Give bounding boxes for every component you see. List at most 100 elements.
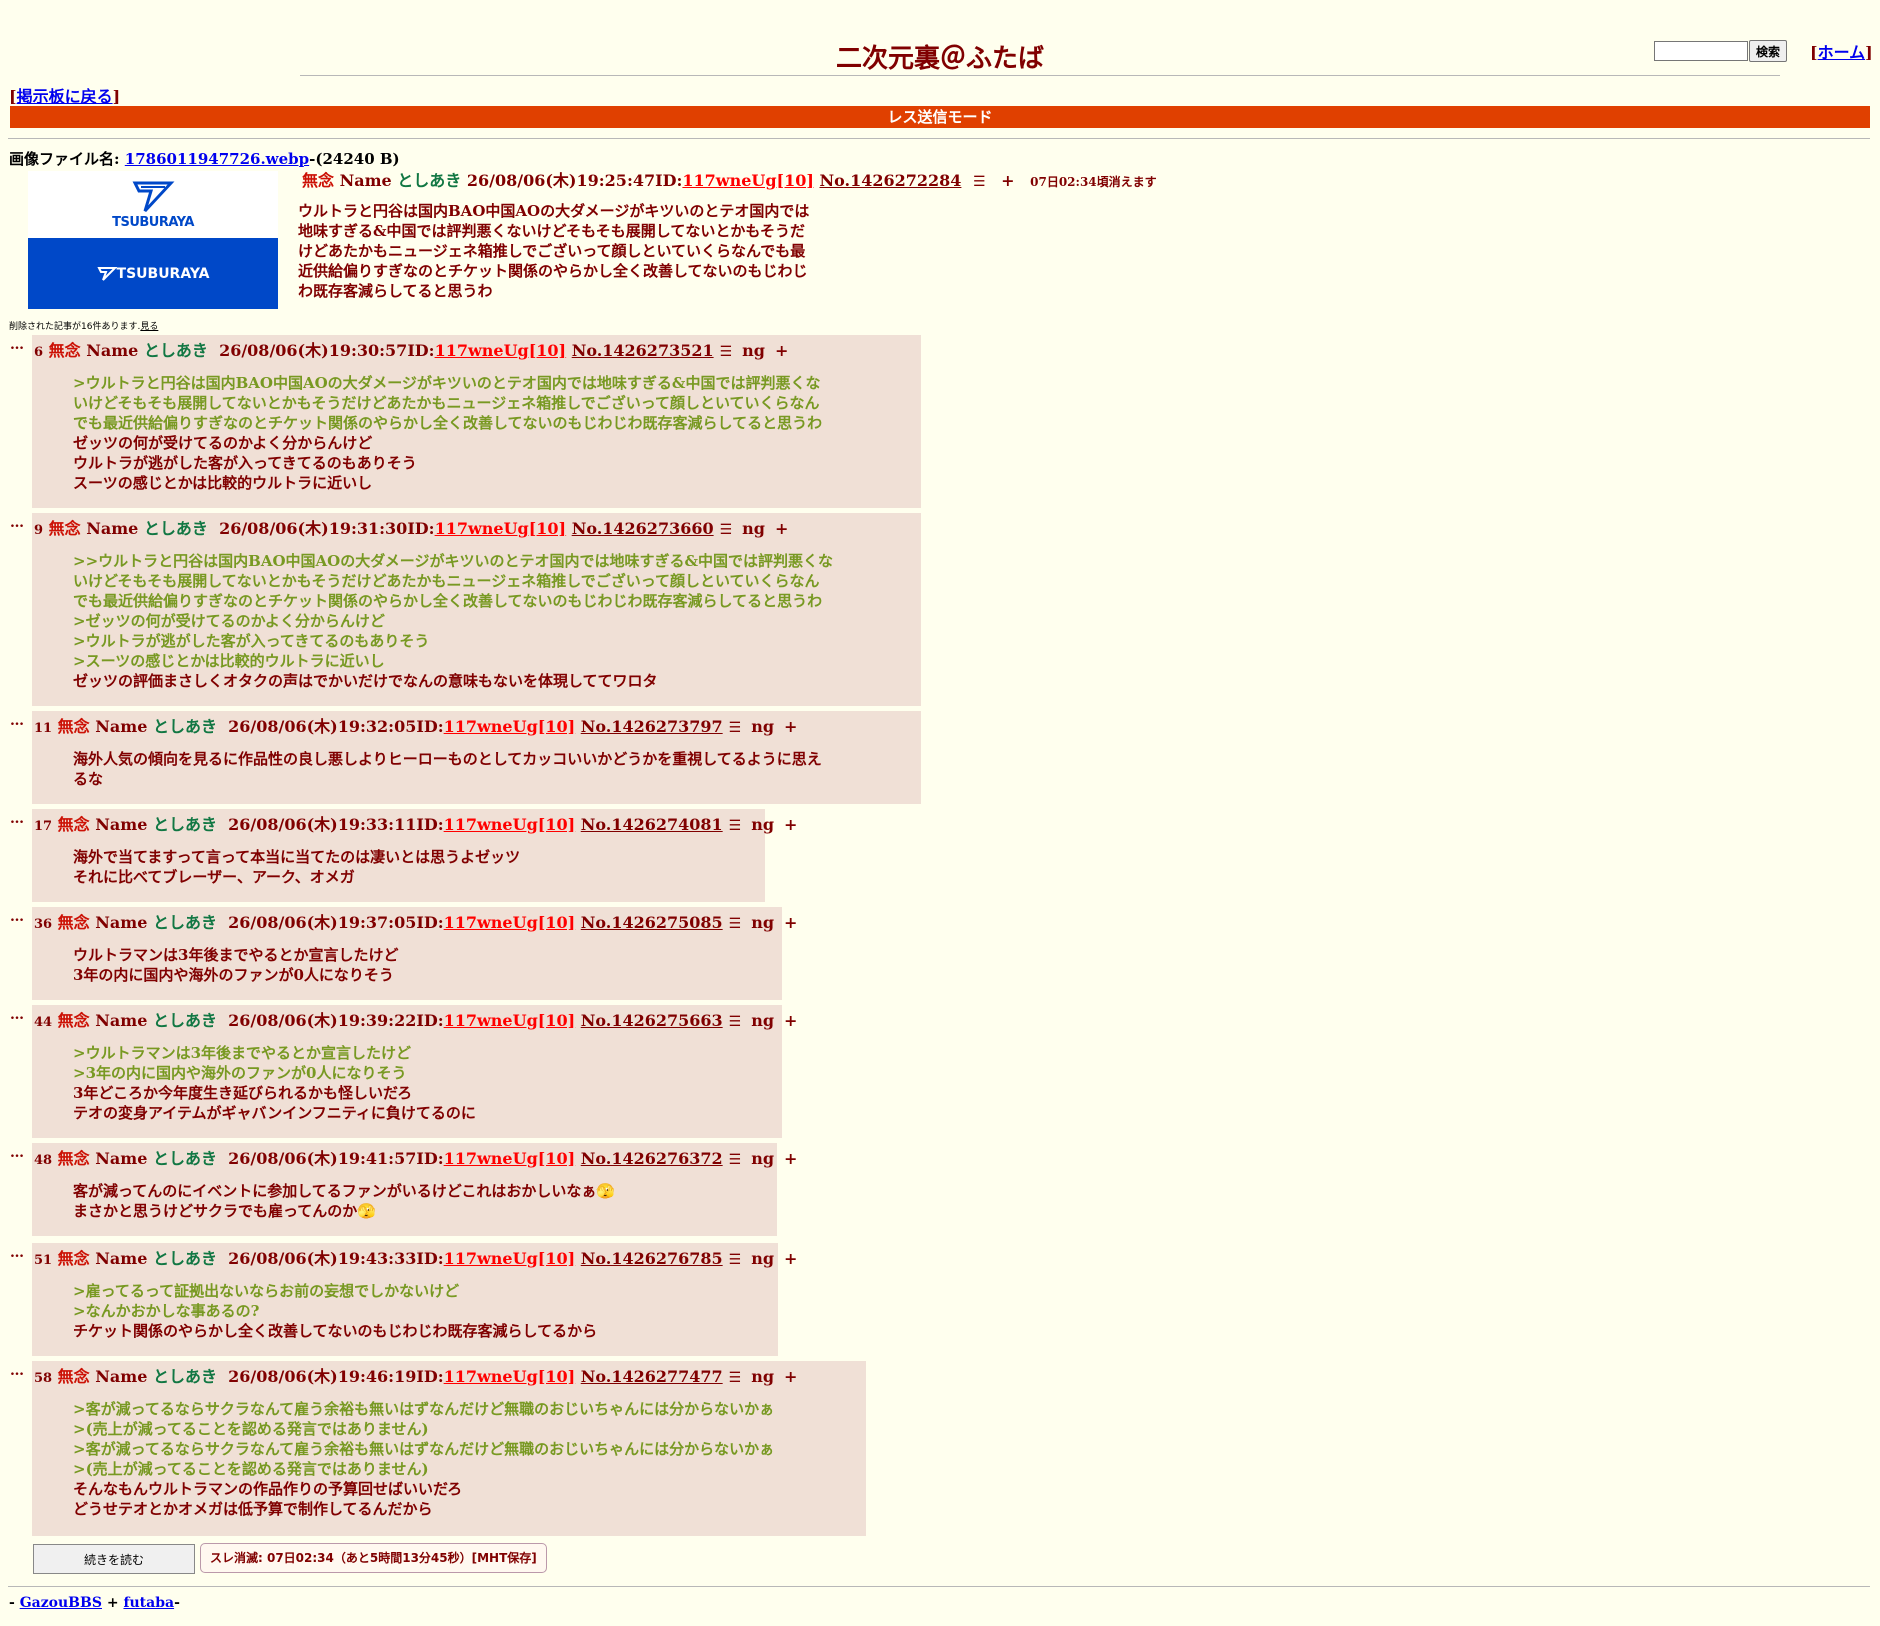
reply-number-link[interactable]: No.1426273660 (572, 519, 714, 538)
reply-ellipsis-icon[interactable]: … (10, 1145, 24, 1161)
reply-ellipsis-icon[interactable]: … (10, 811, 24, 827)
reply-ellipsis-icon[interactable]: … (10, 1007, 24, 1023)
quote-line: >なんかおかしな事あるの? (73, 1302, 260, 1320)
reply-id-link[interactable]: 117wneUg[10] (435, 519, 567, 538)
ng-button[interactable]: ng (742, 341, 765, 360)
ng-button[interactable]: ng (751, 815, 774, 834)
reply-date: 26/08/06(木)19:30:57 (219, 341, 408, 360)
reply-name-label: Name (95, 1149, 148, 1168)
menu-icon[interactable]: ☰ (973, 174, 986, 190)
ng-button[interactable]: ng (751, 1011, 774, 1030)
op-date: 26/08/06(木)19:25:47 (466, 171, 656, 190)
reply-number-link[interactable]: No.1426273521 (572, 341, 714, 360)
footer-suffix: - (174, 1595, 180, 1611)
reply-number: 36 (34, 917, 53, 932)
reply-subject: 無念 (48, 341, 81, 360)
reply-id-link[interactable]: 117wneUg[10] (444, 913, 576, 932)
reply-number-link[interactable]: No.1426273797 (581, 717, 723, 736)
reply-id-link[interactable]: 117wneUg[10] (444, 1149, 576, 1168)
tsuburaya-logo-icon (96, 266, 117, 281)
deleted-notice: 削除された記事が16件あります.見る (9, 319, 158, 332)
reply-header: 58 無念 Name としあき 26/08/06(木)19:46:19ID:11… (34, 1363, 797, 1387)
menu-icon[interactable]: ☰ (729, 1152, 742, 1168)
op-header: 無念 Name としあき 26/08/06(木)19:25:47ID:117wn… (302, 167, 1157, 191)
reply-ellipsis-icon[interactable]: … (10, 515, 24, 531)
reply-ellipsis-icon[interactable]: … (10, 337, 24, 353)
ng-button[interactable]: ng (751, 1149, 774, 1168)
reply-plus-button[interactable]: + (784, 1249, 797, 1268)
post-line: ゼッツの評価まさしくオタクの声はでかいだけでなんの意味もないを体現しててワロタ (73, 672, 658, 690)
post-line: 客が減ってんのにイベントに参加してるファンがいるけどこれはおかしいなぁ🫣 (73, 1182, 616, 1200)
reply-plus-button[interactable]: + (784, 1149, 797, 1168)
search-button[interactable]: 検索 (1749, 40, 1788, 62)
reply-id-link[interactable]: 117wneUg[10] (444, 717, 576, 736)
reply-id-link[interactable]: 117wneUg[10] (444, 815, 576, 834)
reply-id-link[interactable]: 117wneUg[10] (444, 1367, 576, 1386)
menu-icon[interactable]: ☰ (729, 916, 742, 932)
reply-plus-button[interactable]: + (784, 815, 797, 834)
reply-body: 海外で当てますって言って本当に当てたのは凄いとは思うよゼッツ それに比べてブレーザ… (73, 847, 520, 887)
reply-post: 9 無念 Name としあき 26/08/06(木)19:31:30ID:117… (32, 513, 921, 706)
reply-header: 11 無念 Name としあき 26/08/06(木)19:32:05ID:11… (34, 713, 797, 737)
reply-post: 48 無念 Name としあき 26/08/06(木)19:41:57ID:11… (32, 1143, 797, 1236)
menu-icon[interactable]: ☰ (729, 818, 742, 834)
ng-button[interactable]: ng (751, 717, 774, 736)
ng-button[interactable]: ng (751, 1249, 774, 1268)
futaba-link[interactable]: futaba (123, 1595, 174, 1611)
reply-name-label: Name (95, 1249, 148, 1268)
reply-id-label: ID: (416, 913, 444, 932)
show-deleted-link[interactable]: 見る (140, 322, 158, 332)
reply-ellipsis-icon[interactable]: … (10, 909, 24, 925)
reply-number-link[interactable]: No.1426274081 (581, 815, 723, 834)
reply-post: 44 無念 Name としあき 26/08/06(木)19:39:22ID:11… (32, 1005, 797, 1138)
reply-plus-button[interactable]: + (784, 1367, 797, 1386)
reply-id-label: ID: (416, 815, 444, 834)
back-to-board-link[interactable]: 掲示板に戻る (17, 87, 113, 106)
reply-number-link[interactable]: No.1426277477 (581, 1367, 723, 1386)
reply-plus-button[interactable]: + (784, 913, 797, 932)
reply-name-label: Name (95, 815, 148, 834)
menu-icon[interactable]: ☰ (729, 1014, 742, 1030)
reply-number-link[interactable]: No.1426276785 (581, 1249, 723, 1268)
reply-plus-button[interactable]: + (784, 717, 797, 736)
op-plus-button[interactable]: + (1001, 171, 1014, 190)
reply-ellipsis-icon[interactable]: … (10, 1245, 24, 1261)
reply-ellipsis-icon[interactable]: … (10, 713, 24, 729)
reply-header: 51 無念 Name としあき 26/08/06(木)19:43:33ID:11… (34, 1245, 797, 1269)
post-line: 3年どころか今年度生き延びられるかも怪しいだろ (73, 1084, 413, 1102)
read-more-button[interactable]: 続きを読む (33, 1544, 195, 1574)
reply-date: 26/08/06(木)19:46:19 (228, 1367, 417, 1386)
gazoubbs-link[interactable]: GazouBBS (20, 1595, 102, 1611)
thread-image[interactable]: TSUBURAYA TSUBURAYA (28, 171, 278, 309)
reply-number-link[interactable]: No.1426275085 (581, 913, 723, 932)
reply-plus-button[interactable]: + (775, 341, 788, 360)
op-number-link[interactable]: No.1426272284 (820, 171, 962, 190)
quote-line: >ウルトラが逃がした客が入ってきてるのもありそう (73, 632, 430, 650)
reply-name: としあき (143, 341, 208, 360)
home-link[interactable]: ホーム (1818, 43, 1866, 62)
reply-plus-button[interactable]: + (784, 1011, 797, 1030)
op-id-link[interactable]: 117wneUg[10] (682, 171, 814, 190)
reply-id-link[interactable]: 117wneUg[10] (435, 341, 567, 360)
search-input[interactable] (1654, 41, 1748, 61)
ng-button[interactable]: ng (751, 1367, 774, 1386)
file-link[interactable]: 1786011947726.webp (125, 150, 309, 168)
reply-name-label: Name (95, 1011, 148, 1030)
menu-icon[interactable]: ☰ (729, 720, 742, 736)
reply-number: 11 (34, 721, 53, 736)
thread-expire-info[interactable]: スレ消滅: 07日02:34（あと5時間13分45秒）[MHT保存] (200, 1543, 547, 1573)
ng-button[interactable]: ng (742, 519, 765, 538)
reply-id-link[interactable]: 117wneUg[10] (444, 1249, 576, 1268)
reply-id-link[interactable]: 117wneUg[10] (444, 1011, 576, 1030)
reply-ellipsis-icon[interactable]: … (10, 1363, 24, 1379)
reply-number-link[interactable]: No.1426276372 (581, 1149, 723, 1168)
menu-icon[interactable]: ☰ (729, 1252, 742, 1268)
menu-icon[interactable]: ☰ (720, 344, 733, 360)
reply-body: 海外人気の傾向を見るに作品性の良し悪しよりヒーローものとしてカッコいいかどうかを… (73, 749, 822, 789)
menu-icon[interactable]: ☰ (720, 522, 733, 538)
ng-button[interactable]: ng (751, 913, 774, 932)
menu-icon[interactable]: ☰ (729, 1370, 742, 1386)
reply-plus-button[interactable]: + (775, 519, 788, 538)
reply-number-link[interactable]: No.1426275663 (581, 1011, 723, 1030)
post-line: ウルトラが逃がした客が入ってきてるのもありそう (73, 454, 417, 472)
